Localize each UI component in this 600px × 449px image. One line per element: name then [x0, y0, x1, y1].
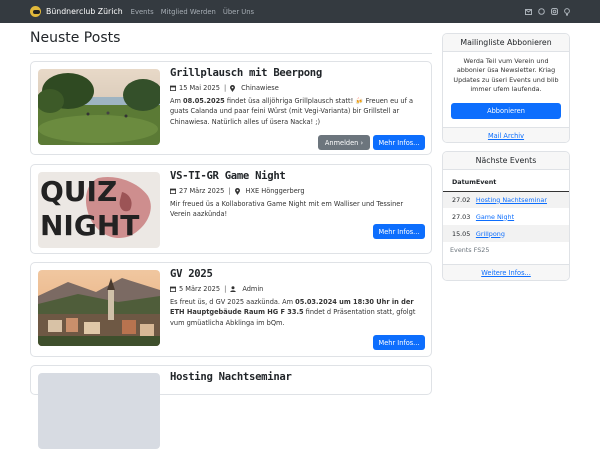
page-title: Neuste Posts: [30, 30, 121, 46]
location-pin-icon: [230, 84, 236, 92]
user-icon: [230, 286, 237, 292]
register-button[interactable]: Anmelden ›: [318, 135, 370, 150]
post-text: Mir freued üs a Kollaborativa Game Night…: [170, 200, 404, 219]
post-location: Chinawiese: [241, 84, 279, 92]
post-card-gv-2025: GV 2025 5 März 2025 | Admin Es freut üs,…: [30, 262, 432, 357]
calendar-icon: [170, 286, 176, 292]
nav-link-events[interactable]: Events: [131, 8, 154, 16]
nav-link-mitglied-werden[interactable]: Mitglied Werden: [161, 8, 216, 16]
col-event-header: Event: [475, 174, 569, 192]
newsletter-text: Werda Teil vum Verein und abbonier üsa N…: [453, 57, 559, 94]
social-icons: [525, 7, 570, 16]
whatsapp-icon[interactable]: [538, 8, 545, 15]
post-card-hosting-nachtseminar: Hosting Nachtseminar: [30, 365, 432, 449]
table-caption: Events FS25: [450, 246, 490, 254]
divider: [30, 53, 432, 54]
post-date: 27 März 2025: [179, 187, 225, 195]
post-title[interactable]: Hosting Nachtseminar: [170, 371, 292, 383]
calendar-icon: [170, 85, 176, 91]
event-link[interactable]: Hosting Nachtseminar: [476, 196, 547, 204]
mail-icon[interactable]: [525, 8, 532, 15]
event-link[interactable]: Game Night: [476, 213, 514, 221]
brand-name[interactable]: Bündnerclub Zürich: [46, 7, 123, 16]
post-title[interactable]: GV 2025: [170, 268, 213, 280]
newsletter-card: Mailingliste Abbonieren Werda Teil vum V…: [442, 33, 570, 143]
table-row: 27.03 Game Night: [443, 208, 569, 225]
post-card-grillplausch: Grillplausch mit Beerpong 15 Mai 2025 | …: [30, 61, 432, 155]
more-events-link[interactable]: Weitere Infos...: [443, 264, 569, 280]
events-table: Datum Event 27.02 Hosting Nachtseminar 2…: [443, 174, 569, 242]
post-author: Admin: [242, 285, 264, 293]
subscribe-button[interactable]: Abbonieren: [451, 103, 561, 119]
navbar: Bündnerclub Zürich Events Mitglied Werde…: [0, 0, 600, 23]
nav-link-ueber-uns[interactable]: Über Uns: [223, 8, 254, 16]
post-image-quiz-night[interactable]: QUIZ NIGHT: [38, 172, 160, 248]
newsletter-header: Mailingliste Abbonieren: [443, 34, 569, 52]
post-title[interactable]: VS-TI-GR Game Night: [170, 170, 286, 182]
table-row: 27.02 Hosting Nachtseminar: [443, 191, 569, 208]
post-text: Es freut üs, d GV 2025 aazkünda. Am 05.0…: [170, 298, 416, 327]
post-image-park[interactable]: [38, 69, 160, 145]
post-date: 15 Mai 2025: [179, 84, 220, 92]
quiz-word: QUIZ: [40, 175, 118, 208]
club-logo-icon[interactable]: [30, 6, 41, 17]
calendar-icon: [170, 188, 176, 194]
post-meta: 27 März 2025 | HXE Hönggerberg: [170, 187, 305, 195]
post-image-partial[interactable]: [38, 373, 160, 449]
post-date: 5 März 2025: [179, 285, 221, 293]
mail-archive-link[interactable]: Mail Archiv: [443, 127, 569, 142]
col-date-header: Datum: [443, 174, 476, 192]
more-info-button[interactable]: Mehr Infos...: [373, 224, 425, 239]
post-card-game-night: QUIZ NIGHT VS-TI-GR Game Night 27 März 2…: [30, 164, 432, 254]
event-date: 15.05: [443, 225, 476, 242]
event-date: 27.02: [443, 191, 476, 208]
more-info-button[interactable]: Mehr Infos...: [373, 135, 425, 150]
event-date: 27.03: [452, 212, 471, 221]
instagram-icon[interactable]: [551, 8, 558, 15]
events-card: Nächste Events Datum Event 27.02 Hosting…: [442, 151, 570, 281]
lightbulb-icon[interactable]: [564, 7, 570, 16]
post-text: Am 08.05.2025 findet üsa alljöhriga Gril…: [170, 97, 414, 126]
post-meta: 15 Mai 2025 | Chinawiese: [170, 84, 279, 92]
post-meta: 5 März 2025 | Admin: [170, 285, 263, 293]
more-info-button[interactable]: Mehr Infos...: [373, 335, 425, 350]
post-title[interactable]: Grillplausch mit Beerpong: [170, 67, 322, 79]
events-header: Nächste Events: [443, 152, 569, 170]
post-image-chur-town[interactable]: [38, 270, 160, 346]
night-word: NIGHT: [40, 209, 140, 242]
location-pin-icon: [234, 187, 240, 195]
table-row: 15.05 Grillpong: [443, 225, 569, 242]
post-location: HXE Hönggerberg: [245, 187, 305, 195]
event-link[interactable]: Grillpong: [476, 230, 505, 238]
